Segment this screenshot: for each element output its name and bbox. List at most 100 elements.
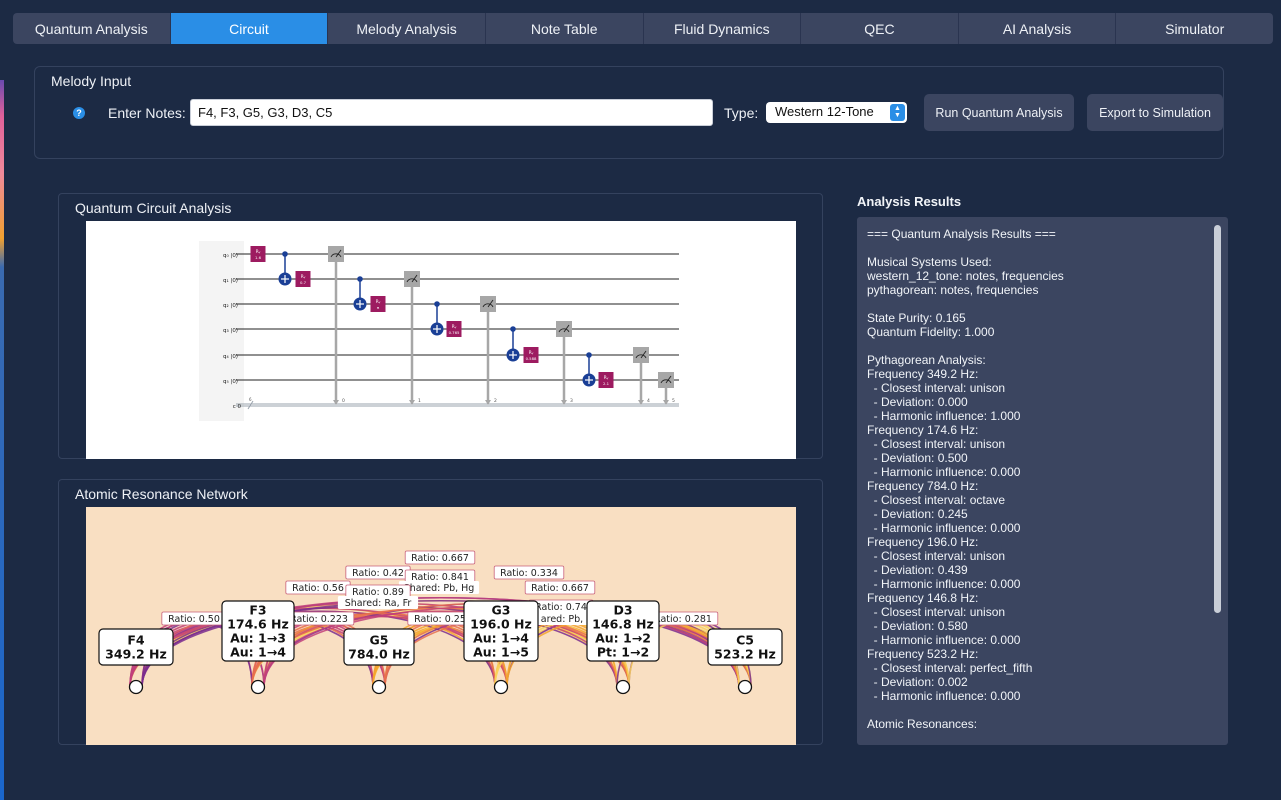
cnot-control — [510, 326, 516, 332]
note-node-circle — [250, 679, 266, 695]
results-line: Frequency 196.0 Hz: — [867, 535, 979, 549]
atomic-panel-title: Atomic Resonance Network — [75, 486, 248, 502]
note-node-text: F3 — [249, 603, 266, 618]
question-circle-icon[interactable]: ? — [73, 107, 85, 119]
results-line: - Deviation: 0.002 — [867, 675, 968, 689]
tab-qec[interactable]: QEC — [801, 13, 959, 44]
ry-gate-param: 2.1 — [603, 381, 610, 386]
edge-label: Ratio: 0.42 — [352, 568, 404, 579]
export-to-simulation-button[interactable]: Export to Simulation — [1087, 94, 1223, 131]
analysis-results-title: Analysis Results — [857, 194, 962, 209]
tab-quantum-analysis[interactable]: Quantum Analysis — [13, 13, 171, 44]
edge-label: Ratio: 0.334 — [500, 568, 558, 579]
results-line: - Harmonic influence: 0.000 — [867, 689, 1021, 703]
note-node-text: Au: 1→2 — [595, 631, 651, 646]
tab-melody-analysis[interactable]: Melody Analysis — [328, 13, 486, 44]
results-line: Quantum Fidelity: 1.000 — [867, 325, 995, 339]
notes-input[interactable] — [190, 99, 713, 126]
results-line: - Closest interval: perfect_fifth — [867, 661, 1033, 675]
tab-ai-analysis[interactable]: AI Analysis — [958, 13, 1117, 44]
results-line: State Purity: 0.165 — [867, 311, 966, 325]
note-node-text: 174.6 Hz — [227, 617, 289, 632]
results-line: - Deviation: 0.245 — [867, 507, 968, 521]
ry-gate-param: 0.588 — [526, 356, 537, 361]
ry-gate-param: 0.7 — [300, 280, 307, 285]
atomic-network-diagram: Ratio: 0.667 Ratio: 0.42 Ratio: 0.841 Ratio… — [86, 507, 796, 745]
note-node-text: G3 — [492, 603, 511, 618]
results-line: western_12_tone: notes, frequencies — [867, 269, 1064, 283]
qubit-label: q₅ |0⟩ — [223, 378, 238, 385]
results-line: - Harmonic influence: 1.000 — [867, 409, 1021, 423]
edge-label: Ratio: 0.223 — [290, 614, 348, 625]
note-node-circle — [371, 679, 387, 695]
note-node-circle — [737, 679, 753, 695]
tab-circuit[interactable]: Circuit — [170, 13, 329, 44]
classical-bit-count: 6 — [249, 397, 252, 402]
type-label: Type: — [724, 105, 759, 121]
edge-label: Ratio: 0.74 — [535, 602, 587, 613]
edge-label: Ratio: 0.50 — [168, 614, 220, 625]
ry-gate-param: 1.6 — [255, 255, 262, 260]
note-node-text: C5 — [736, 633, 754, 648]
note-node-text: 784.0 Hz — [348, 647, 410, 662]
note-node-text: Pt: 1→2 — [597, 645, 649, 660]
note-node-text: G5 — [370, 633, 389, 648]
ry-gate-param: 0.765 — [449, 330, 460, 335]
note-node-text: D3 — [613, 603, 632, 618]
qubit-label: q₂ |0⟩ — [223, 302, 238, 309]
circuit-svg: q₀ |0⟩ q₁ |0⟩ q₂ |0⟩ q₃ |0⟩ q₄ |0⟩ q₅ |0⟩ c 0 6… — [199, 241, 679, 421]
measure-index: 0 — [342, 398, 345, 404]
edge-label: Shared: Ra, Fr — [345, 598, 412, 609]
tab-simulator[interactable]: Simulator — [1116, 13, 1273, 44]
type-select[interactable]: Western 12-Tone ▲ ▼ — [766, 102, 907, 123]
note-node-text: 349.2 Hz — [105, 647, 167, 662]
cnot-control — [357, 276, 363, 282]
note-node-circle — [615, 679, 631, 695]
note-node-text: Au: 1→5 — [473, 645, 529, 660]
note-node-circle — [493, 679, 509, 695]
results-line: - Deviation: 0.580 — [867, 619, 968, 633]
edge-label: Shared: Pb, Hg — [404, 583, 475, 594]
results-line: - Deviation: 0.000 — [867, 395, 968, 409]
results-line: - Harmonic influence: 0.000 — [867, 465, 1021, 479]
chevron-updown-icon: ▲ ▼ — [890, 104, 905, 121]
classical-label: c 0 — [233, 404, 242, 410]
measure-index: 1 — [418, 398, 421, 404]
qubit-label: q₀ |0⟩ — [223, 252, 238, 259]
qubit-label: q₃ |0⟩ — [223, 327, 238, 334]
results-line: Frequency 146.8 Hz: — [867, 591, 979, 605]
measure-index: 5 — [672, 398, 675, 404]
results-line: - Closest interval: unison — [867, 605, 1006, 619]
atomic-resonance-panel: Atomic Resonance Network Ratio: 0.667 Rat… — [58, 479, 823, 745]
results-line: - Harmonic influence: 0.000 — [867, 577, 1021, 591]
results-line: pythagorean: notes, frequencies — [867, 283, 1039, 297]
cnot-control — [282, 251, 288, 257]
note-node-text: 196.0 Hz — [470, 617, 532, 632]
results-line: - Closest interval: unison — [867, 381, 1006, 395]
results-line: - Closest interval: unison — [867, 437, 1006, 451]
classical-slash — [247, 400, 254, 410]
results-line: - Harmonic influence: 0.000 — [867, 633, 1021, 647]
cnot-control — [586, 352, 592, 358]
results-line: === Quantum Analysis Results === — [867, 227, 1056, 241]
results-line: Frequency 523.2 Hz: — [867, 647, 979, 661]
measure-index: 4 — [647, 398, 650, 404]
qubit-label: q₁ |0⟩ — [223, 277, 238, 284]
atomic-svg: Ratio: 0.667Ratio: 0.42 Ratio: 0.841 Ratio… — [98, 550, 783, 695]
tab-note-table[interactable]: Note Table — [485, 13, 644, 44]
tab-bar: Quantum Analysis Circuit Melody Analysis… — [13, 13, 1273, 44]
analysis-results-box[interactable]: === Quantum Analysis Results === Musical… — [857, 217, 1228, 745]
tab-fluid-dynamics[interactable]: Fluid Dynamics — [643, 13, 802, 44]
edge-label: Ratio: 0.25 — [414, 614, 466, 625]
results-line: - Closest interval: octave — [867, 493, 1006, 507]
quantum-circuit-panel: Quantum Circuit Analysis q₀ |0⟩ q₁ |0⟩ q₂ … — [58, 193, 823, 459]
circuit-panel-title: Quantum Circuit Analysis — [75, 200, 232, 216]
measure-index: 3 — [570, 398, 573, 404]
note-node-text: Au: 1→4 — [473, 631, 529, 646]
edge-label: Ratio: 0.667 — [531, 583, 589, 594]
note-node-text: Au: 1→4 — [230, 645, 286, 660]
run-quantum-analysis-button[interactable]: Run Quantum Analysis — [924, 94, 1074, 131]
results-scrollbar[interactable] — [1214, 225, 1221, 613]
results-line: Atomic Resonances: — [867, 717, 978, 731]
note-node-text: Au: 1→3 — [230, 631, 286, 646]
